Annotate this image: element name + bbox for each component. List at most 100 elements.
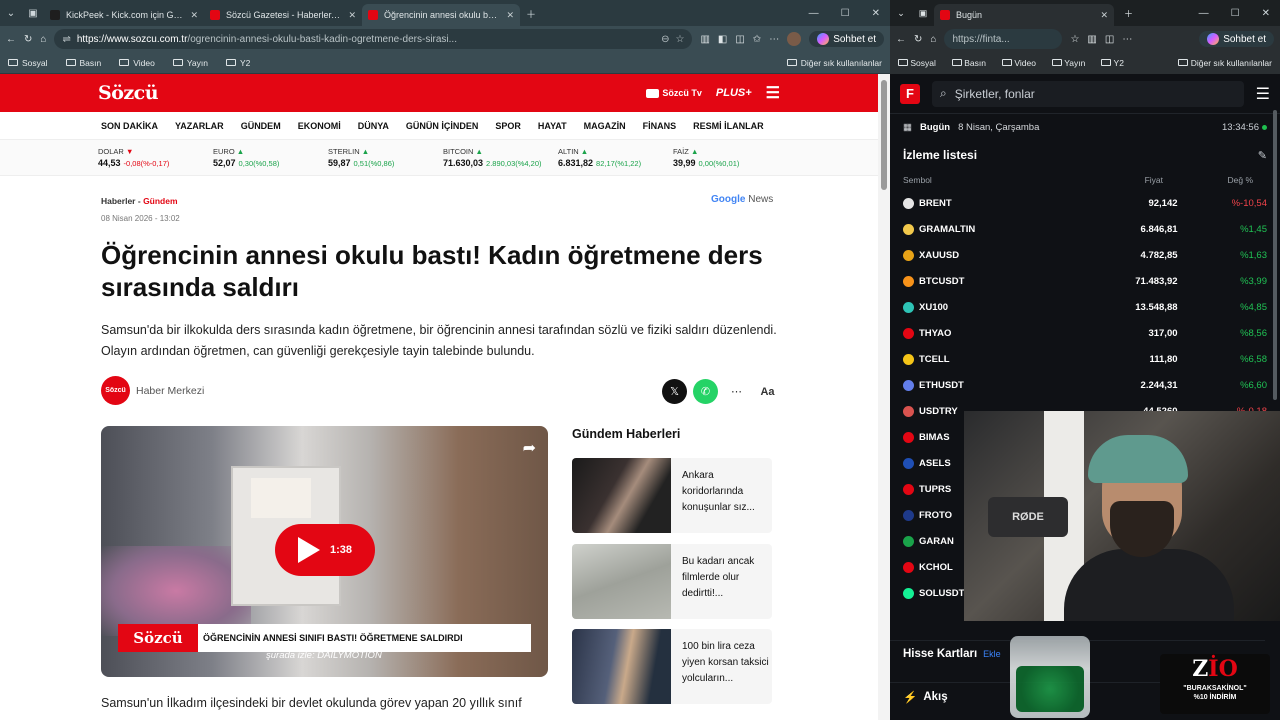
extension-icon[interactable]: ▥ <box>700 34 709 45</box>
sidebar-card[interactable]: Bu kadarı ancak filmlerde olur dedirtti!… <box>572 544 772 619</box>
crumb-haberler[interactable]: Haberler <box>101 196 136 206</box>
maximize-icon[interactable]: ☐ <box>1231 8 1240 19</box>
ticker-item[interactable]: EURO ▲ 52,07 0,30(%0,58) <box>213 140 328 175</box>
close-window-icon[interactable]: ✕ <box>1262 8 1270 19</box>
more-icon[interactable]: ⋯ <box>1122 34 1132 45</box>
workspaces-icon[interactable]: ▣ <box>22 8 44 19</box>
home-icon[interactable]: ⌂ <box>930 34 936 45</box>
plus-link[interactable]: PLUS+ <box>716 87 752 99</box>
split-screen-icon[interactable]: ◫ <box>735 34 744 45</box>
reading-icon[interactable]: ⊖ <box>661 34 669 45</box>
bookmark-y2[interactable]: Y2 <box>225 58 250 68</box>
nav-item[interactable]: HAYAT <box>538 121 567 131</box>
dailymotion-link[interactable]: şurada izle: DAILYMOTION <box>266 650 382 661</box>
video-player[interactable]: ➦ 1:38 Sözcü ÖĞRENCİNİN ANNESİ SINIFI BA… <box>101 426 548 677</box>
tab-sozcu-home[interactable]: Sözcü Gazetesi - Haberler, son dak ✕ <box>204 4 362 26</box>
bookmark-yayin[interactable]: Yayın <box>1051 58 1085 68</box>
close-tab-icon[interactable]: ✕ <box>348 10 356 21</box>
ticker-item[interactable]: ALTIN ▲ 6.831,82 82,17(%1,22) <box>558 140 673 175</box>
ticker-item[interactable]: DOLAR ▼ 44,53 -0,08(%-0,17) <box>98 140 213 175</box>
watchlist-row[interactable]: XAUUSD 4.782,85 %1,63 <box>890 242 1280 268</box>
bookmark-basin[interactable]: Basın <box>65 58 101 68</box>
hamburger-menu-icon[interactable]: ☰ <box>766 83 780 103</box>
hamburger-menu-icon[interactable]: ☰ <box>1256 84 1270 104</box>
tab-menu-icon[interactable]: ⌄ <box>890 8 912 19</box>
url-field[interactable]: ⇌ https://www.sozcu.com.tr/ogrencinin-an… <box>54 29 693 49</box>
nav-item[interactable]: SON DAKİKA <box>101 121 158 131</box>
bookmark-sosyal[interactable]: Sosyal <box>898 58 936 68</box>
close-tab-icon[interactable]: ✕ <box>190 10 198 21</box>
back-icon[interactable]: ← <box>6 34 16 45</box>
refresh-icon[interactable]: ↻ <box>914 34 922 45</box>
sidebar-card[interactable]: Ankara koridorlarında konuşunlar sız... <box>572 458 772 533</box>
favorite-star-icon[interactable]: ☆ <box>1070 34 1079 45</box>
tab-article[interactable]: Öğrencinin annesi okulu bastı! Kad ✕ <box>362 4 520 26</box>
x-share-icon[interactable]: 𝕏 <box>662 379 687 404</box>
edit-pencil-icon[interactable]: ✎ <box>1258 149 1267 162</box>
nav-item[interactable]: DÜNYA <box>358 121 389 131</box>
watchlist-row[interactable]: ETHUSDT 2.244,31 %6,60 <box>890 372 1280 398</box>
tab-fintables[interactable]: Bugün ✕ <box>934 4 1114 26</box>
bookmark-yayin[interactable]: Yayın <box>172 58 208 68</box>
split-screen-icon[interactable]: ◫ <box>1105 34 1114 45</box>
bookmark-sosyal[interactable]: Sosyal <box>8 58 48 68</box>
nav-item[interactable]: MAGAZİN <box>584 121 626 131</box>
nav-item[interactable]: SPOR <box>495 121 521 131</box>
page-scrollbar[interactable] <box>878 74 890 720</box>
minimize-icon[interactable]: — <box>1199 8 1209 19</box>
watchlist-scrollbar[interactable] <box>1272 110 1278 400</box>
nav-item[interactable]: RESMİ İLANLAR <box>693 121 764 131</box>
author-name[interactable]: Haber Merkezi <box>136 385 204 397</box>
nav-item[interactable]: YAZARLAR <box>175 121 224 131</box>
close-tab-icon[interactable]: ✕ <box>506 10 514 21</box>
site-info-icon[interactable]: ⇌ <box>62 34 70 45</box>
extension-icon[interactable]: ▥ <box>1087 34 1096 45</box>
close-tab-icon[interactable]: ✕ <box>1100 10 1108 21</box>
more-icon[interactable]: ⋯ <box>769 34 779 45</box>
maximize-icon[interactable]: ☐ <box>841 8 850 19</box>
url-field[interactable]: https://finta... <box>944 29 1063 49</box>
minimize-icon[interactable]: — <box>809 8 819 19</box>
profile-avatar[interactable] <box>787 32 802 46</box>
bookmark-video[interactable]: Video <box>1002 58 1036 68</box>
new-tab-icon[interactable]: ＋ <box>520 6 542 21</box>
bookmark-basin[interactable]: Basın <box>951 58 986 68</box>
nav-item[interactable]: GÜNÜN İÇİNDEN <box>406 121 479 131</box>
home-icon[interactable]: ⌂ <box>40 34 46 45</box>
ticker-item[interactable]: FAİZ ▲ 39,99 0,00(%0,01) <box>673 140 788 175</box>
google-news-link[interactable]: Google News <box>711 194 773 205</box>
play-button[interactable]: 1:38 <box>275 524 375 576</box>
favorites-icon[interactable]: ✩ <box>753 34 761 45</box>
copilot-button[interactable]: Sohbet et <box>809 31 884 47</box>
close-window-icon[interactable]: ✕ <box>872 8 880 19</box>
scrollbar-thumb[interactable] <box>881 80 887 190</box>
bookmark-y2[interactable]: Y2 <box>1101 58 1124 68</box>
ticker-item[interactable]: STERLIN ▲ 59,87 0,51(%0,86) <box>328 140 443 175</box>
collections-icon[interactable]: ◧ <box>718 34 727 45</box>
refresh-icon[interactable]: ↻ <box>24 34 32 45</box>
video-share-icon[interactable]: ➦ <box>523 438 536 458</box>
ticker-item[interactable]: BITCOIN ▲ 71.630,03 2.890,03(%4,20) <box>443 140 558 175</box>
favorite-star-icon[interactable]: ☆ <box>675 34 684 45</box>
copilot-button[interactable]: Sohbet et <box>1199 31 1274 47</box>
watchlist-row[interactable]: THYAO 317,00 %8,56 <box>890 320 1280 346</box>
sozcu-tv-link[interactable]: Sözcü Tv <box>646 88 702 99</box>
nav-item[interactable]: FİNANS <box>643 121 677 131</box>
sidebar-card[interactable]: 100 bin lira ceza yiyen korsan taksici y… <box>572 629 772 704</box>
crumb-gundem[interactable]: Gündem <box>143 196 177 206</box>
add-card-link[interactable]: Ekle <box>983 649 1001 659</box>
tab-menu-icon[interactable]: ⌄ <box>0 8 22 19</box>
nav-item[interactable]: GÜNDEM <box>241 121 281 131</box>
site-logo[interactable]: Sözcü <box>98 82 159 104</box>
bookmark-other[interactable]: Diğer sık kullanılanlar <box>1178 58 1272 68</box>
search-input[interactable]: ⌕ Şirketler, fonlar <box>932 80 1244 107</box>
back-icon[interactable]: ← <box>896 34 906 45</box>
new-tab-icon[interactable]: ＋ <box>1114 7 1133 20</box>
scrollbar-thumb[interactable] <box>1273 110 1277 400</box>
font-size-icon[interactable]: Aa <box>755 379 780 404</box>
more-share-icon[interactable]: ⋯ <box>724 379 749 404</box>
watchlist-row[interactable]: BRENT 92,142 %-10,54 <box>890 190 1280 216</box>
bookmark-other[interactable]: Diğer sık kullanılanlar <box>786 58 882 68</box>
whatsapp-share-icon[interactable]: ✆ <box>693 379 718 404</box>
watchlist-row[interactable]: XU100 13.548,88 %4,85 <box>890 294 1280 320</box>
